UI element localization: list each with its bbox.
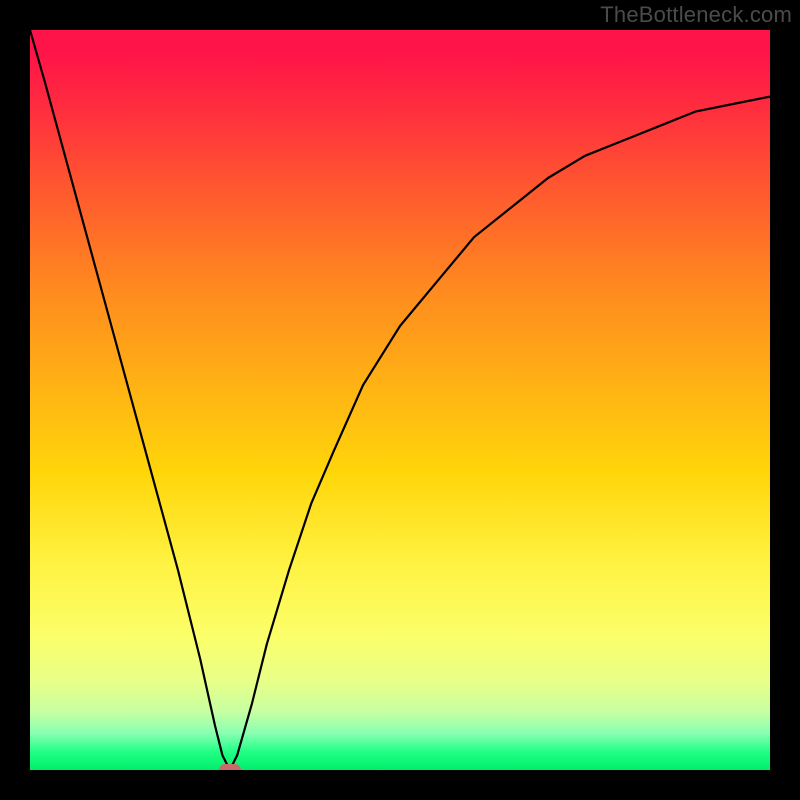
chart-curve [30,30,770,770]
chart-frame: TheBottleneck.com [0,0,800,800]
plot-area [30,30,770,770]
watermark-text: TheBottleneck.com [600,2,792,28]
optimum-marker [219,764,241,770]
